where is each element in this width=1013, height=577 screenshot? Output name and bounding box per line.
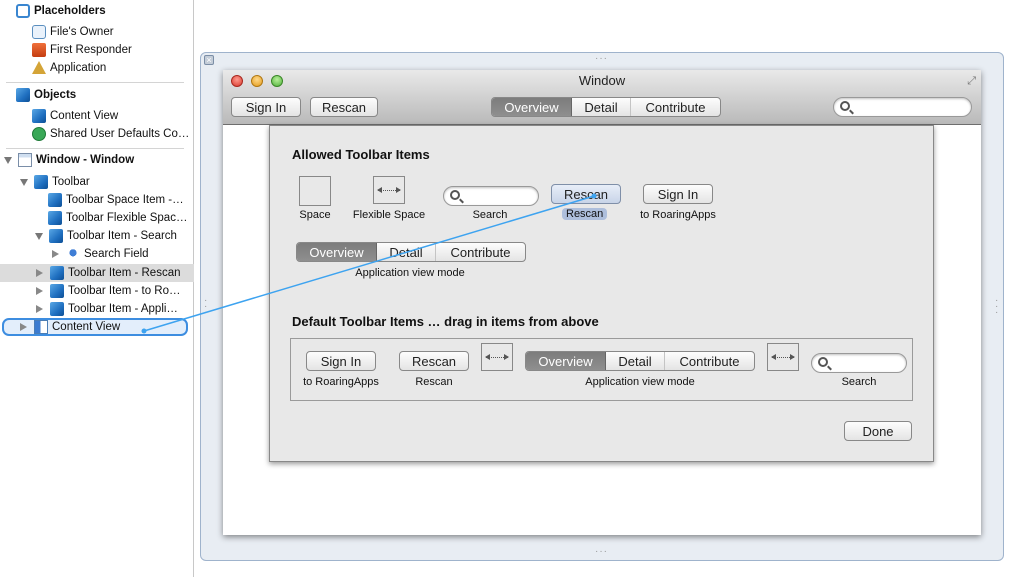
outline-section-placeholders[interactable]: Placeholders — [16, 2, 106, 20]
outline-item-application[interactable]: Application — [32, 59, 106, 77]
default-rescan-label: Rescan — [415, 376, 453, 388]
allowed-rescan-button[interactable]: Rescan — [551, 184, 621, 204]
resize-grip-bottom[interactable]: ··· — [595, 547, 608, 557]
disclosure-collapsed-icon[interactable] — [36, 287, 43, 295]
document-outline: Placeholders File's Owner First Responde… — [0, 0, 194, 577]
search-icon — [818, 357, 828, 367]
default-items-heading: Default Toolbar Items … drag in items fr… — [292, 314, 599, 329]
resize-grip-left[interactable]: · · · — [204, 296, 210, 318]
outline-item-window-content-view[interactable]: Content View — [20, 318, 120, 336]
outline-item-toolbar-search[interactable]: Toolbar Item - Search — [35, 227, 177, 245]
flexible-space-arrow-icon — [771, 354, 795, 360]
disclosure-collapsed-icon[interactable] — [36, 305, 43, 313]
allowed-items-heading: Allowed Toolbar Items — [292, 147, 430, 162]
toolbar-item-cube-icon — [49, 229, 63, 243]
outline-item-content-view[interactable]: Content View — [32, 107, 118, 125]
first-responder-icon — [32, 43, 46, 57]
application-icon — [32, 61, 46, 75]
disclosure-expanded-icon[interactable] — [4, 156, 12, 164]
window-icon — [18, 153, 32, 167]
default-rescan-button[interactable]: Rescan — [399, 351, 469, 371]
view-mode-label: Application view mode — [355, 267, 465, 279]
segment-overview[interactable]: Overview — [297, 243, 377, 261]
divider — [6, 148, 184, 149]
customize-toolbar-sheet — [269, 125, 934, 462]
default-sign-in-label: to RoaringApps — [303, 376, 379, 388]
toolbar-view-mode-segmented: Overview Detail Contribute — [491, 97, 721, 117]
toolbar-item-cube-icon — [50, 266, 64, 280]
outline-item-files-owner[interactable]: File's Owner — [32, 23, 114, 41]
disclosure-collapsed-icon[interactable] — [52, 250, 59, 258]
flexible-space-label: Flexible Space — [352, 209, 426, 221]
rescan-label-selected[interactable]: Rescan — [562, 208, 608, 220]
segment-overview[interactable]: Overview — [492, 98, 572, 116]
segment-contribute[interactable]: Contribute — [665, 352, 754, 370]
outline-item-search-field[interactable]: Search Field — [52, 245, 149, 263]
outline-item-toolbar[interactable]: Toolbar — [20, 173, 90, 191]
toolbar-item-cube-icon — [48, 193, 62, 207]
segment-detail[interactable]: Detail — [606, 352, 665, 370]
toolbar-item-cube-icon — [50, 302, 64, 316]
disclosure-collapsed-icon[interactable] — [20, 323, 27, 331]
default-search-item[interactable] — [811, 353, 907, 373]
outline-section-objects[interactable]: Objects — [16, 86, 76, 104]
toolbar-search-field[interactable] — [833, 97, 972, 117]
resize-grip-top[interactable]: ··· — [595, 54, 608, 64]
objects-cube-icon — [16, 88, 30, 102]
content-view-icon — [34, 320, 48, 334]
sign-in-label: to RoaringApps — [640, 209, 716, 221]
outline-item-toolbar-rescan[interactable]: Toolbar Item - Rescan — [36, 264, 181, 282]
outline-item-toolbar-flexible-space[interactable]: Toolbar Flexible Spac… — [48, 209, 187, 227]
default-flexible-space-item[interactable] — [481, 343, 513, 371]
space-label: Space — [299, 209, 331, 221]
done-button[interactable]: Done — [844, 421, 912, 441]
flexible-space-item[interactable] — [373, 176, 405, 204]
view-cube-icon — [32, 109, 46, 123]
segment-contribute[interactable]: Contribute — [631, 98, 720, 116]
default-view-mode-label: Application view mode — [585, 376, 695, 388]
default-flexible-space-item-2[interactable] — [767, 343, 799, 371]
allowed-sign-in-button[interactable]: Sign In — [643, 184, 713, 204]
toolbar-rescan-button[interactable]: Rescan — [310, 97, 378, 117]
search-field-icon — [66, 248, 80, 260]
divider — [6, 82, 184, 83]
disclosure-collapsed-icon[interactable] — [36, 269, 43, 277]
outline-item-window[interactable]: Window - Window — [4, 151, 134, 169]
user-defaults-icon — [32, 127, 46, 141]
disclosure-expanded-icon[interactable] — [35, 232, 43, 240]
window-title: Window — [578, 73, 626, 88]
outline-item-toolbar-application[interactable]: Toolbar Item - Appli… — [36, 300, 178, 318]
outline-item-shared-user-defaults[interactable]: Shared User Defaults Co… — [32, 125, 189, 143]
resize-grip-right[interactable]: · · · — [995, 296, 1001, 318]
toolbar-cube-icon — [34, 175, 48, 189]
flexible-space-arrow-icon — [485, 354, 509, 360]
segment-contribute[interactable]: Contribute — [436, 243, 525, 261]
search-icon — [450, 190, 460, 200]
outline-item-toolbar-to-roaringapps[interactable]: Toolbar Item - to Ro… — [36, 282, 180, 300]
toolbar-item-cube-icon — [48, 211, 62, 225]
allowed-search-item[interactable] — [443, 186, 539, 206]
search-icon — [840, 101, 850, 111]
close-icon[interactable]: × — [204, 55, 214, 65]
fullscreen-icon[interactable]: ⤢ — [967, 75, 976, 88]
search-label: Search — [472, 209, 508, 221]
default-sign-in-button[interactable]: Sign In — [306, 351, 376, 371]
default-view-mode-segmented[interactable]: Overview Detail Contribute — [525, 351, 755, 371]
files-owner-icon — [32, 25, 46, 39]
outline-item-first-responder[interactable]: First Responder — [32, 41, 132, 59]
segment-detail[interactable]: Detail — [377, 243, 436, 261]
toolbar-sign-in-button[interactable]: Sign In — [231, 97, 301, 117]
segment-overview[interactable]: Overview — [526, 352, 606, 370]
toolbar-item-cube-icon — [50, 284, 64, 298]
default-search-label: Search — [841, 376, 877, 388]
disclosure-expanded-icon[interactable] — [20, 178, 28, 186]
window-titlebar: Window ⤢ Sign In Rescan Overview Detail … — [223, 70, 981, 125]
segment-detail[interactable]: Detail — [572, 98, 631, 116]
outline-item-toolbar-space[interactable]: Toolbar Space Item -… — [48, 191, 184, 209]
space-item[interactable] — [299, 176, 331, 206]
allowed-view-mode-segmented[interactable]: Overview Detail Contribute — [296, 242, 526, 262]
placeholder-cube-icon — [16, 4, 30, 18]
flexible-space-arrow-icon — [377, 187, 401, 193]
